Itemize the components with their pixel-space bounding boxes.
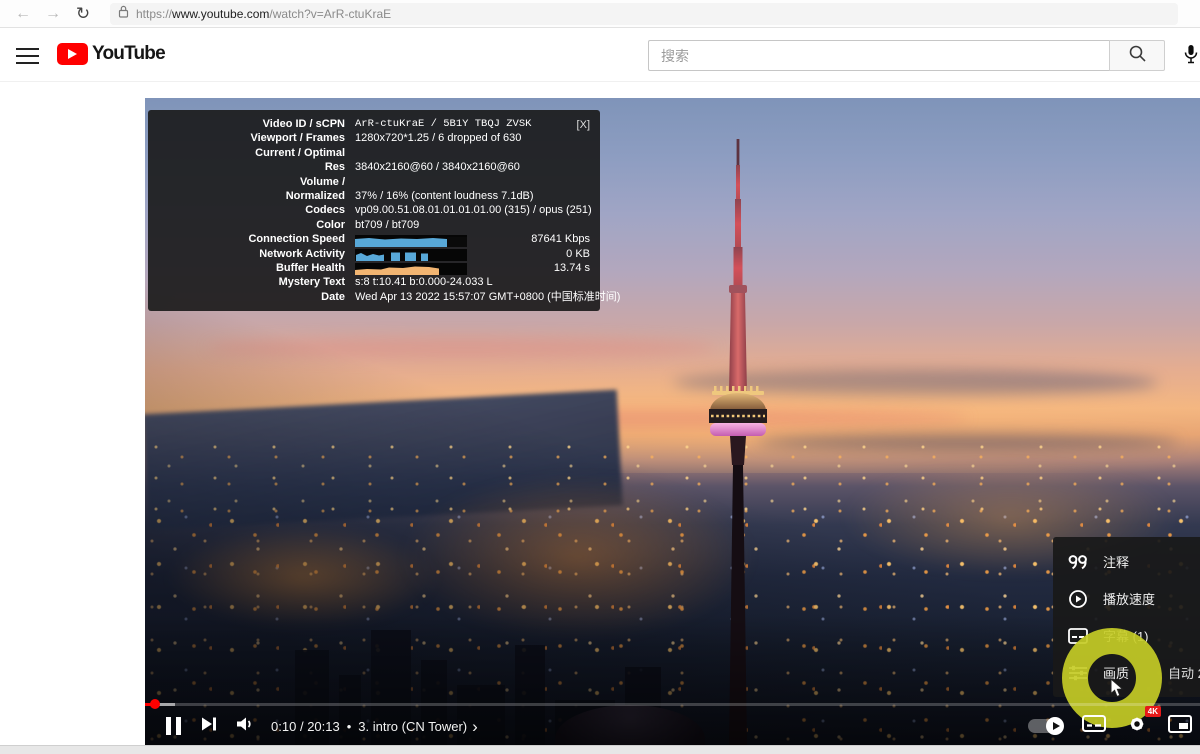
menu-item-label: 播放速度 (1103, 589, 1155, 608)
screen: ← → ↻ https://www.youtube.com/watch?v=Ar… (0, 0, 1200, 754)
autoplay-play-icon (1046, 717, 1064, 735)
settings-button[interactable]: 4K (1126, 713, 1148, 740)
stats-row: Volume /Normalized 37% / 16% (content lo… (148, 175, 592, 204)
search-icon (1128, 44, 1147, 68)
video-player[interactable]: [X] Video ID / sCPN ArR-ctuKraE / 5B1Y T… (145, 98, 1200, 745)
menu-icon[interactable] (16, 48, 39, 64)
forward-icon[interactable]: → (38, 0, 68, 28)
miniplayer-button[interactable] (1168, 715, 1192, 738)
mic-icon (1183, 44, 1199, 69)
menu-item-playback-speed[interactable]: 播放速度 (1053, 580, 1200, 617)
playback-speed-icon (1067, 588, 1089, 610)
next-icon (200, 715, 218, 738)
window-bottom-strip (0, 745, 1200, 754)
youtube-play-icon (57, 43, 88, 65)
miniplayer-icon (1168, 715, 1192, 738)
menu-item-label: 画质 (1103, 663, 1129, 682)
menu-item-label: 注释 (1103, 552, 1129, 571)
stats-row: Color bt709 / bt709 (148, 218, 592, 232)
stats-row-network-activity: Network Activity 0 KB (148, 247, 592, 261)
seek-bar[interactable] (145, 703, 1200, 706)
menu-item-annotations[interactable]: 注释 (1053, 543, 1200, 580)
search-button[interactable] (1109, 40, 1165, 71)
search-input[interactable] (648, 40, 1109, 71)
player-controls-left: 0:10 / 20:13 • 3. intro (CN Tower) › (155, 710, 478, 742)
subtitles-icon (1067, 625, 1089, 647)
menu-item-quality[interactable]: 画质 自动 21 (1053, 654, 1200, 691)
chevron-right-icon: › (472, 720, 478, 733)
menu-item-subtitles[interactable]: 字幕 (1) (1053, 617, 1200, 654)
seek-scrubber[interactable] (150, 699, 160, 709)
gear-icon (1126, 722, 1148, 739)
quality-4k-badge: 4K (1145, 706, 1161, 717)
stats-row-connection-speed: Connection Speed 87641 Kbps (148, 232, 592, 246)
youtube-logo[interactable]: YouTube (57, 43, 165, 65)
stats-row: Current / OptimalRes 3840x2160@60 / 3840… (148, 146, 592, 175)
stats-close-button[interactable]: [X] (577, 118, 590, 132)
stats-row-buffer-health: Buffer Health 13.74 s (148, 261, 592, 275)
refresh-icon[interactable]: ↻ (68, 0, 98, 28)
chapter-title: 3. intro (CN Tower) (358, 719, 467, 734)
player-settings-menu: 注释 播放速度 字幕 (1053, 537, 1200, 697)
pause-button[interactable] (155, 710, 191, 742)
time-display: 0:10 / 20:13 (271, 719, 340, 734)
quality-icon (1067, 662, 1089, 684)
back-icon[interactable]: ← (8, 0, 38, 28)
volume-button[interactable] (227, 710, 263, 742)
connection-speed-graph (355, 235, 467, 247)
subtitles-button[interactable] (1082, 715, 1106, 737)
stats-for-nerds-panel: [X] Video ID / sCPN ArR-ctuKraE / 5B1Y T… (148, 110, 600, 311)
lock-icon (118, 5, 129, 23)
youtube-header: YouTube (0, 29, 1200, 82)
pause-icon (166, 717, 181, 735)
stats-row: Date Wed Apr 13 2022 15:57:07 GMT+0800 (… (148, 290, 592, 304)
network-activity-graph (355, 249, 467, 261)
stats-row: Video ID / sCPN ArR-ctuKraE / 5B1Y TBQJ … (148, 117, 592, 131)
volume-icon (235, 715, 255, 738)
stats-row: Codecs vp09.00.51.08.01.01.01.01.00 (315… (148, 203, 592, 217)
address-bar[interactable]: https://www.youtube.com/watch?v=ArR-ctuK… (110, 3, 1178, 25)
chapter-button[interactable]: • 3. intro (CN Tower) › (347, 719, 478, 734)
autoplay-toggle[interactable] (1028, 719, 1062, 733)
menu-item-label: 字幕 (1) (1103, 626, 1149, 645)
next-button[interactable] (191, 710, 227, 742)
annotations-icon (1067, 551, 1089, 573)
stats-row: Viewport / Frames 1280x720*1.25 / 6 drop… (148, 131, 592, 145)
buffer-health-graph (355, 263, 467, 275)
youtube-logo-text: YouTube (92, 43, 165, 65)
quality-current-value: 自动 21 (1168, 663, 1200, 682)
stats-row: Mystery Text s:8 t:10.41 b:0.000-24.033 … (148, 275, 592, 289)
browser-toolbar: ← → ↻ https://www.youtube.com/watch?v=Ar… (0, 0, 1200, 28)
mic-button[interactable] (1178, 43, 1200, 69)
player-controls-right: 4K (1028, 710, 1192, 742)
search-group (648, 40, 1165, 71)
url-text: https://www.youtube.com/watch?v=ArR-ctuK… (136, 7, 391, 21)
subtitles-cc-icon (1082, 715, 1106, 737)
